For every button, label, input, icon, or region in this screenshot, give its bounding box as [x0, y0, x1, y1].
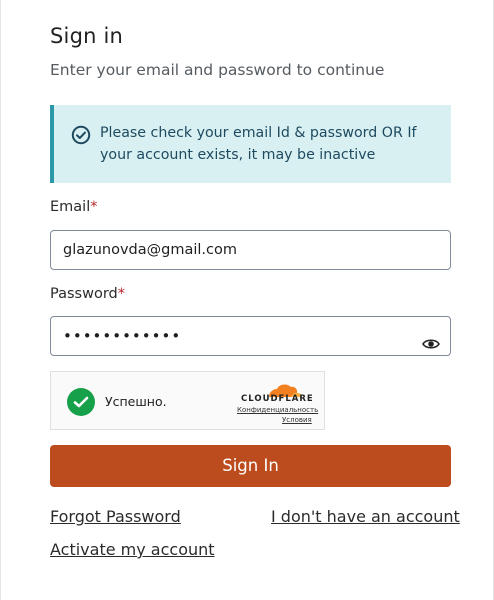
info-alert: Please check your email Id & password OR…: [50, 105, 451, 183]
success-check-icon: [67, 388, 95, 416]
captcha-status: Успешно.: [105, 394, 167, 409]
terms-link[interactable]: Условия: [282, 416, 312, 424]
activate-account-link[interactable]: Activate my account: [50, 540, 215, 559]
no-account-link[interactable]: I don't have an account: [271, 507, 460, 526]
sign-in-button[interactable]: Sign In: [50, 445, 451, 487]
email-field-value: glazunovda@gmail.com: [63, 242, 237, 258]
forgot-password-link[interactable]: Forgot Password: [50, 507, 181, 526]
password-field[interactable]: ••••••••••••: [50, 316, 451, 356]
password-field-value: ••••••••••••: [63, 327, 182, 345]
cloudflare-wordmark: CLOUDFLARE: [241, 394, 314, 404]
email-required-mark: *: [90, 199, 98, 215]
signin-panel: Sign in Enter your email and password to…: [0, 0, 494, 600]
privacy-link[interactable]: Конфиденциальность: [237, 406, 318, 414]
cloudflare-captcha[interactable]: Успешно. CLOUDFLARE Конфиденциальность У…: [50, 371, 325, 430]
page-title: Sign in: [50, 24, 124, 48]
alert-message: Please check your email Id & password OR…: [100, 125, 417, 163]
eye-icon[interactable]: [422, 328, 440, 349]
password-label: Password*: [50, 286, 125, 302]
check-circle-icon: [71, 125, 91, 145]
page-subtitle: Enter your email and password to continu…: [50, 61, 385, 79]
email-label: Email*: [50, 199, 97, 215]
email-label-text: Email: [50, 199, 91, 215]
email-field[interactable]: glazunovda@gmail.com: [50, 230, 451, 270]
password-required-mark: *: [117, 286, 125, 302]
password-label-text: Password: [50, 286, 118, 302]
